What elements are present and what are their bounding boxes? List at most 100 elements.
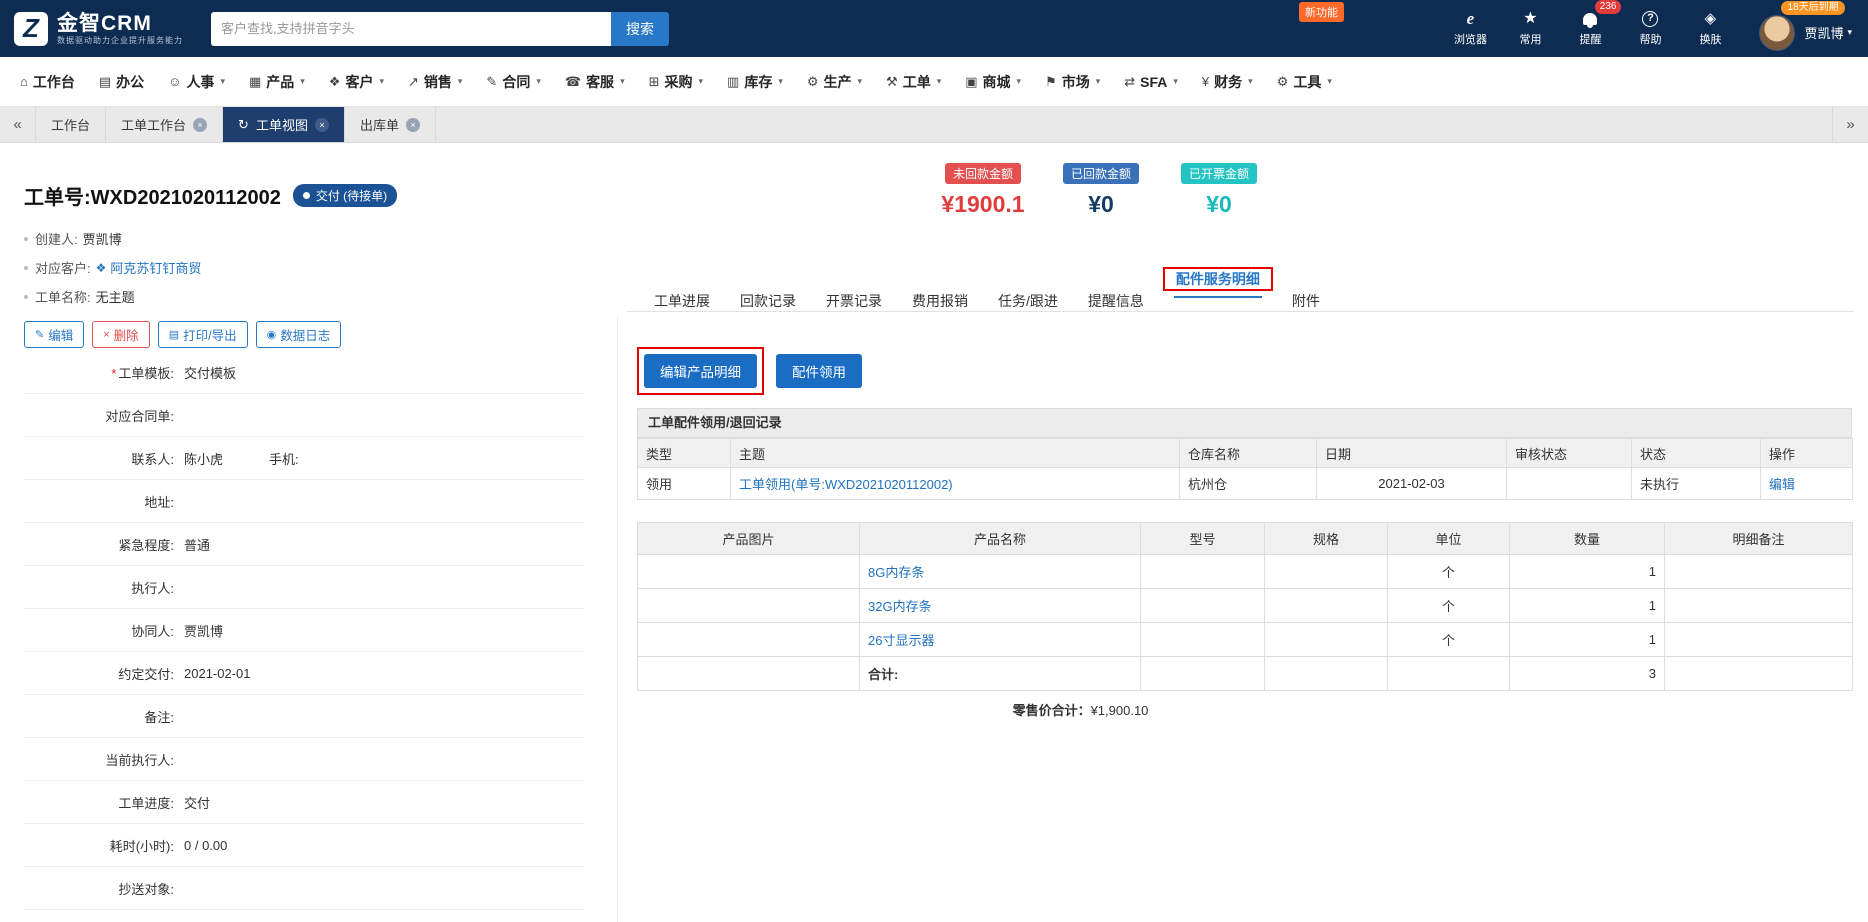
tab-label: 工作台 (51, 118, 91, 133)
nav-item-office[interactable]: ▤ 办公 (87, 57, 156, 106)
retail-total-value: ¥1,900.10 (1090, 703, 1149, 718)
requisition-record-table: 类型 主题 仓库名称 日期 审核状态 状态 操作 领用 工单领用(单号:WXD2… (637, 438, 1853, 500)
avatar[interactable] (1759, 14, 1796, 51)
nav-label: 工具 (1293, 73, 1322, 90)
tabbar-spacer (436, 107, 1832, 142)
chevron-down-icon: ▾ (220, 76, 225, 86)
nav-label: 客服 (586, 73, 615, 90)
tab-outbound-order[interactable]: 出库单 × (345, 107, 436, 142)
dot-icon (24, 265, 28, 270)
tab-attachments[interactable]: 附件 (1290, 267, 1322, 320)
nav-item-sales[interactable]: ↗ 销售 ▾ (396, 57, 474, 106)
product-name-link[interactable]: 8G内存条 (859, 554, 1141, 589)
chevron-down-icon: ▾ (1248, 76, 1253, 86)
nav-item-hr[interactable]: ☺ 人事 ▾ (156, 57, 237, 106)
total-label: 合计: (859, 656, 1141, 691)
table-row: 领用 工单领用(单号:WXD2021020112002) 杭州仓 2021-02… (637, 467, 1853, 500)
nav-item-workorder[interactable]: ⚒ 工单 ▾ (874, 57, 953, 106)
field-address: 地址: (24, 480, 584, 523)
topbar-item-browser[interactable]: e 浏览器 (1453, 10, 1487, 47)
chevron-down-icon: ▾ (379, 76, 384, 86)
parts-requisition-button[interactable]: 配件领用 (776, 354, 862, 388)
skin-label: 换肤 (1699, 34, 1722, 46)
nav-item-production[interactable]: ⚙ 生产 ▾ (795, 57, 874, 106)
search-input[interactable] (211, 11, 611, 46)
nav-label: 工作台 (32, 73, 75, 90)
product-name-link[interactable]: 32G内存条 (859, 588, 1141, 623)
nav-label: 产品 (266, 73, 295, 90)
col-qty: 数量 (1509, 522, 1665, 555)
record-edit-link[interactable]: 编辑 (1760, 467, 1853, 500)
tab-reminders[interactable]: 提醒信息 (1086, 267, 1146, 320)
nav-item-finance[interactable]: ¥ 财务 ▾ (1190, 57, 1265, 106)
topbar-item-help[interactable]: ? 帮助 (1633, 10, 1667, 47)
tab-tasks[interactable]: 任务/跟进 (996, 267, 1060, 320)
amount-value: ¥0 (1206, 191, 1232, 217)
close-icon[interactable]: × (405, 117, 420, 132)
boxes-icon: ▥ (727, 73, 740, 89)
nav-item-purchase[interactable]: ⊞ 采购 ▾ (637, 57, 715, 106)
search-button[interactable]: 搜索 (611, 11, 669, 46)
field-urgency: 紧急程度: 普通 (24, 523, 584, 566)
order-header: 工单号:WXD2021020112002 交付 (待接单) 创建人: 贾凯博 对… (24, 181, 398, 348)
trash-icon: × (103, 328, 110, 341)
nav-item-product[interactable]: ▦ 产品 ▾ (237, 57, 317, 106)
nav-item-mall[interactable]: ▣ 商城 ▾ (953, 57, 1033, 106)
record-subject-link[interactable]: 工单领用(单号:WXD2021020112002) (730, 467, 1180, 500)
nav-label: 办公 (116, 73, 145, 90)
nav-item-sfa[interactable]: ⇄ SFA ▾ (1112, 57, 1190, 106)
amount-value: ¥0 (1088, 191, 1114, 217)
tab-workorder-workbench[interactable]: 工单工作台 × (106, 107, 224, 142)
tab-parts-service-detail[interactable]: 配件服务明细 (1173, 247, 1262, 298)
tab-expense[interactable]: 费用报销 (910, 267, 970, 320)
help-label: 帮助 (1639, 34, 1662, 46)
data-log-button[interactable]: ◉ 数据日志 (255, 321, 342, 348)
table-row: 32G内存条 个 1 (637, 588, 1853, 623)
cell-image (637, 622, 860, 657)
field-current-executor: 当前执行人: (24, 738, 584, 781)
tab-progress[interactable]: 工单进展 (652, 267, 712, 320)
field-label: 协同人: (131, 623, 174, 639)
customer-name: 阿克苏钉钉商贸 (110, 261, 202, 276)
tab-invoice-records[interactable]: 开票记录 (824, 267, 884, 320)
col-status: 状态 (1631, 438, 1761, 468)
product-name-link[interactable]: 26寸显示器 (859, 622, 1141, 657)
user-menu[interactable]: 贾凯博 ▾ (1804, 23, 1852, 42)
print-export-button[interactable]: ▤ 打印/导出 (157, 321, 248, 348)
cell-qty: 1 (1509, 588, 1665, 623)
customer-link[interactable]: ❖ 阿克苏钉钉商贸 (96, 258, 202, 277)
field-label: 当前执行人: (105, 752, 174, 768)
amount-invoiced: 已开票金额 ¥0 (1171, 163, 1267, 218)
tabs-scroll-left[interactable]: « (0, 107, 36, 142)
topbar-item-skin[interactable]: ◈ 换肤 (1693, 10, 1727, 47)
close-icon[interactable]: × (193, 117, 208, 132)
chevron-down-icon: ▾ (620, 76, 625, 86)
tab-payment-records[interactable]: 回款记录 (738, 267, 798, 320)
app-logo[interactable]: Z 金智CRM 数据驱动助力企业提升服务能力 (14, 11, 183, 46)
topbar-item-reminder[interactable]: 236 提醒 (1573, 0, 1622, 47)
nav-item-market[interactable]: ⚑ 市场 ▾ (1033, 57, 1112, 106)
exchange-icon: ⇄ (1124, 73, 1136, 89)
field-label: 工单模板: (118, 365, 174, 381)
nav-item-service[interactable]: ☎ 客服 ▾ (553, 57, 637, 106)
field-extra-label: 手机: (269, 451, 299, 467)
nav-item-inventory[interactable]: ▥ 库存 ▾ (715, 57, 795, 106)
edit-product-detail-button[interactable]: 编辑产品明细 (644, 354, 757, 388)
nav-item-workbench[interactable]: ⌂ 工作台 (8, 57, 87, 106)
tab-workbench[interactable]: 工作台 (36, 107, 107, 142)
tab-workorder-view[interactable]: ↻ 工单视图 × (223, 107, 345, 142)
nav-item-customer[interactable]: ❖ 客户 ▾ (317, 57, 396, 106)
record-section-title: 工单配件领用/退回记录 (637, 408, 1852, 438)
delete-button[interactable]: × 删除 (92, 321, 150, 348)
topbar-item-favorites[interactable]: ★ 常用 (1513, 10, 1547, 47)
grid-icon: ▦ (248, 73, 262, 89)
annotation-box-tab: 配件服务明细 (1162, 247, 1273, 298)
field-label: 地址: (144, 494, 174, 510)
edit-button[interactable]: ✎ 编辑 (24, 321, 85, 348)
nav-item-contract[interactable]: ✎ 合同 ▾ (474, 57, 552, 106)
close-icon[interactable]: × (314, 117, 329, 132)
field-value: 0 / 0.00 (184, 837, 228, 853)
tabs-scroll-right[interactable]: » (1832, 107, 1868, 142)
meta-creator: 创建人: 贾凯博 (24, 224, 397, 253)
nav-item-tools[interactable]: ⚙ 工具 ▾ (1265, 57, 1344, 106)
